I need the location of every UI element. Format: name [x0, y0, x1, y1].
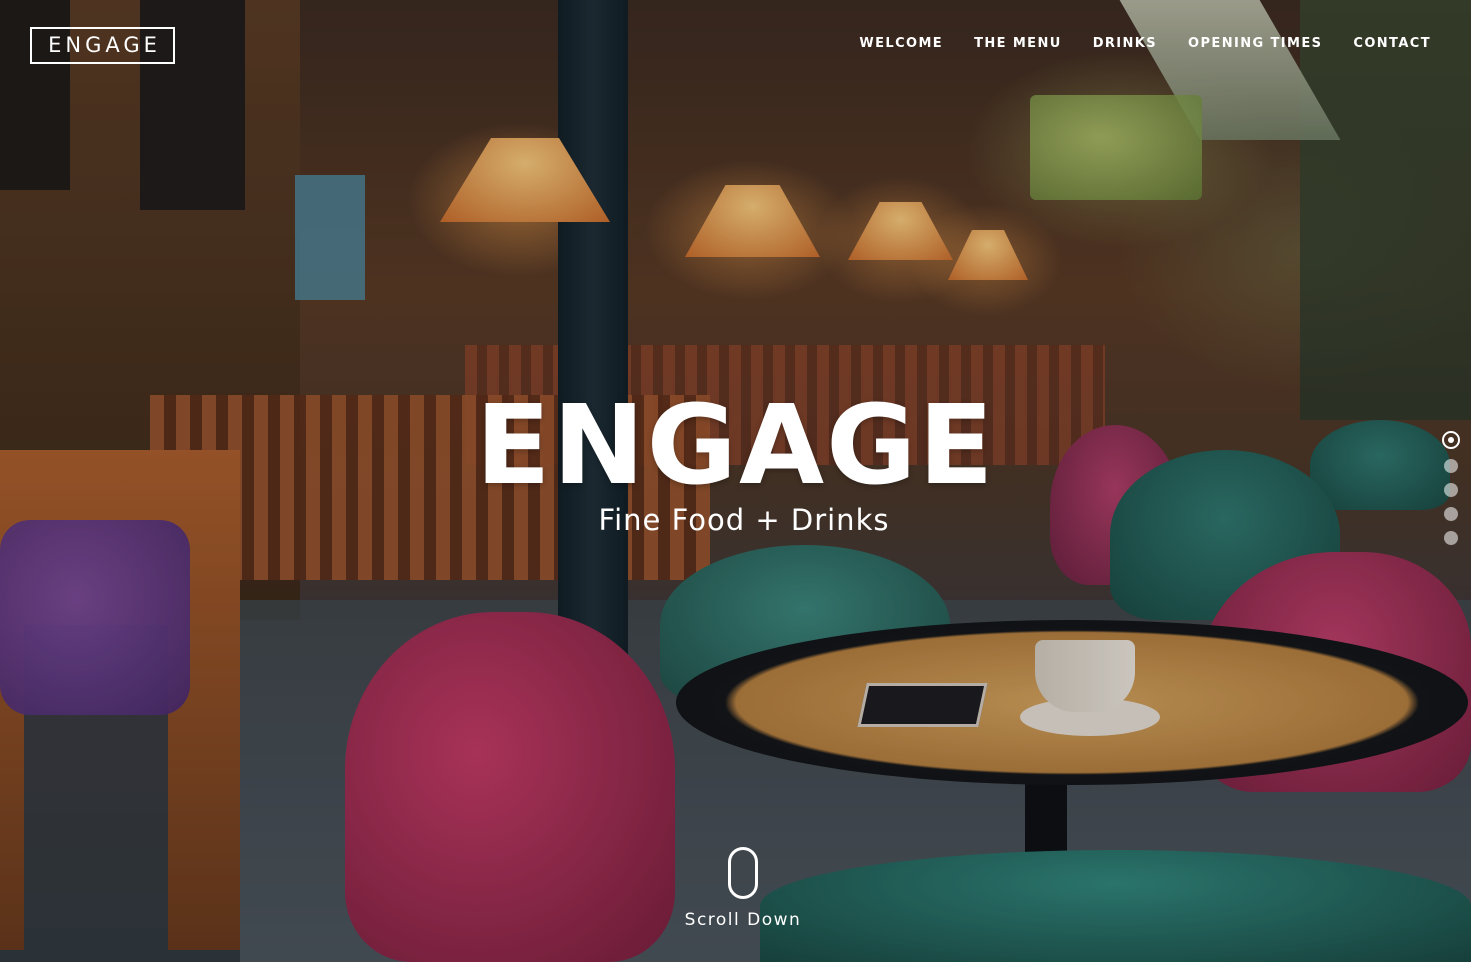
nav-item-opening-times[interactable]: OPENING TIMES	[1188, 36, 1322, 52]
section-pagination	[1442, 431, 1460, 545]
hero-title: ENGAGE	[475, 381, 996, 509]
pagination-dot-2[interactable]	[1444, 459, 1458, 473]
main-nav: WELCOME THE MENU DRINKS OPENING TIMES CO…	[859, 36, 1431, 52]
pagination-dot-1[interactable]	[1442, 431, 1460, 449]
scroll-down-button[interactable]: Scroll Down	[0, 847, 1471, 930]
nav-item-drinks[interactable]: DRINKS	[1093, 36, 1157, 52]
site-logo[interactable]: ENGAGE	[30, 27, 175, 64]
scroll-down-label: Scroll Down	[684, 910, 802, 930]
nav-item-the-menu[interactable]: THE MENU	[974, 36, 1062, 52]
pagination-dot-4[interactable]	[1444, 507, 1458, 521]
hero-subtitle: Fine Food + Drinks	[598, 503, 890, 537]
nav-item-welcome[interactable]: WELCOME	[859, 36, 943, 52]
pagination-dot-5[interactable]	[1444, 531, 1458, 545]
pagination-dot-3[interactable]	[1444, 483, 1458, 497]
hero-section: ENGAGE WELCOME THE MENU DRINKS OPENING T…	[0, 0, 1471, 962]
nav-item-contact[interactable]: CONTACT	[1353, 36, 1431, 52]
mouse-icon	[728, 847, 758, 899]
